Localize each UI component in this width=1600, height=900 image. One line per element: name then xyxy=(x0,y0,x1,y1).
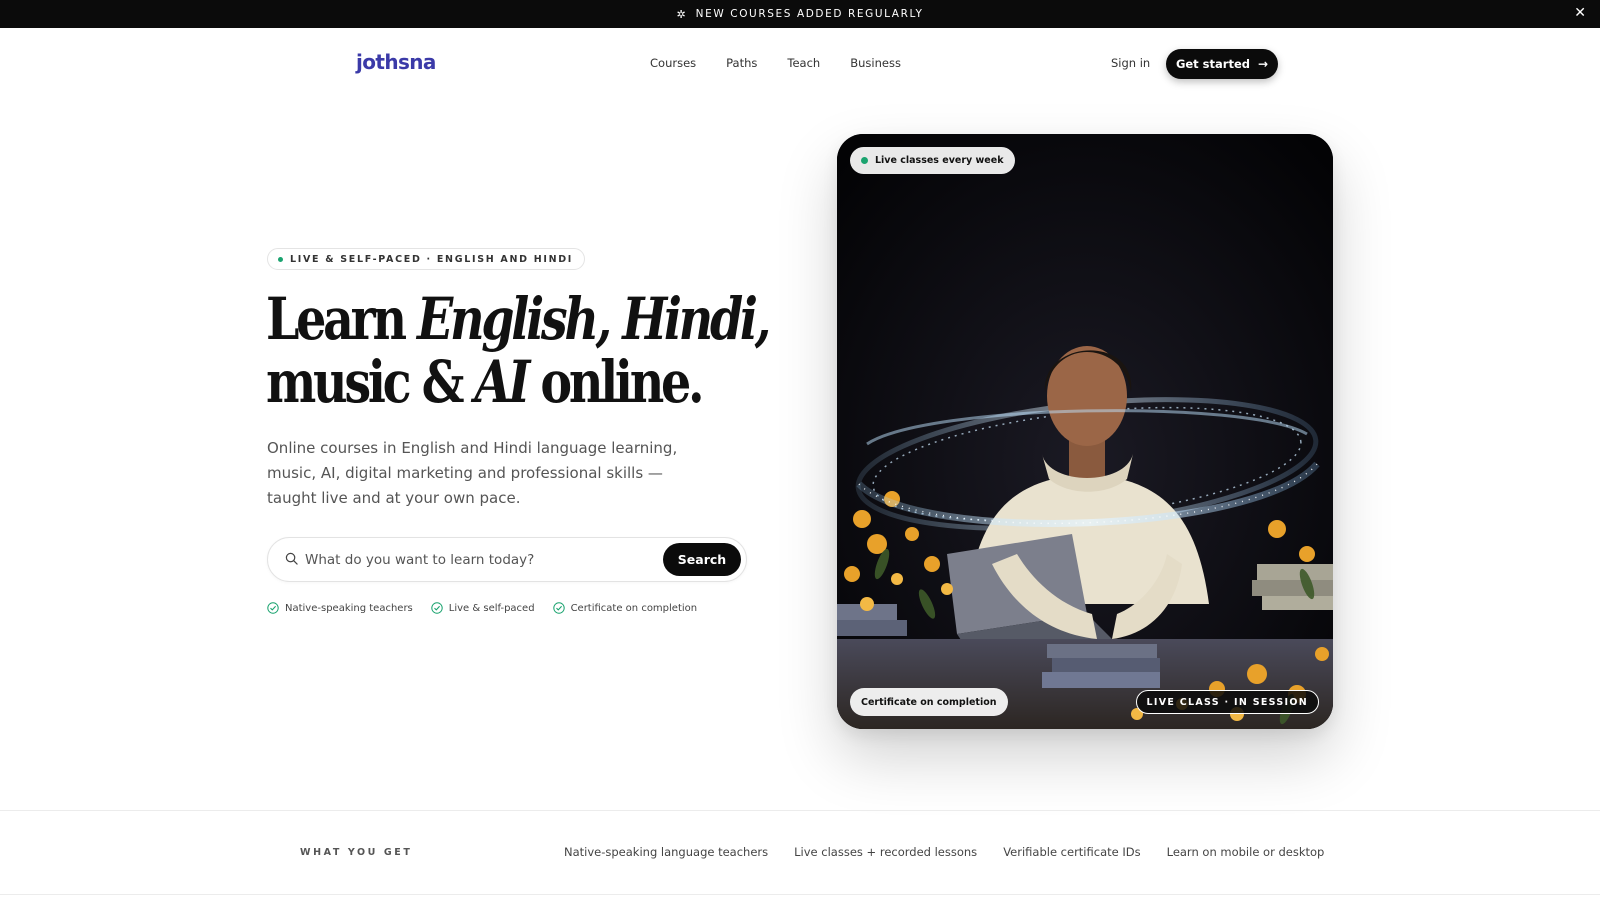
search-input[interactable] xyxy=(305,550,645,570)
what-you-get-label: WHAT YOU GET xyxy=(300,847,413,858)
nav-link-teach[interactable]: Teach xyxy=(787,56,820,70)
hero-checks: Native-speaking teachers Live & self-pac… xyxy=(267,602,715,614)
sign-in-link[interactable]: Sign in xyxy=(1111,56,1150,70)
nav-links: Courses Paths Teach Business xyxy=(650,56,931,70)
announcement-text: NEW COURSES ADDED REGULARLY xyxy=(695,8,924,20)
get-started-button[interactable]: Get started → xyxy=(1166,49,1278,79)
headline-part-1: Learn xyxy=(266,285,418,353)
arrow-right-icon: → xyxy=(1257,57,1269,71)
hero-headline: Learn English, Hindi, music & AI online. xyxy=(266,285,771,416)
features-list: Native-speaking language teachers Live c… xyxy=(564,845,1350,859)
headline-part-2: English, Hindi, xyxy=(417,285,771,353)
headline-part-3: music & xyxy=(266,348,475,416)
feature-item: Native-speaking language teachers xyxy=(564,845,769,859)
live-classes-pill: Live classes every week xyxy=(850,147,1015,174)
nav-link-courses[interactable]: Courses xyxy=(650,56,696,70)
certificate-pill: Certificate on completion xyxy=(850,688,1008,716)
check-label: Certificate on completion xyxy=(570,602,698,614)
divider xyxy=(0,810,1600,811)
divider xyxy=(0,894,1600,895)
status-dot xyxy=(861,157,868,164)
feature-item: Live classes + recorded lessons xyxy=(794,845,978,859)
logo[interactable]: jothsna xyxy=(356,50,436,74)
pill-bottom-right-label: LIVE CLASS · IN SESSION xyxy=(1146,696,1308,708)
headline-part-4: AI xyxy=(474,348,531,416)
check-circle-icon xyxy=(431,602,443,614)
check-label: Live & self-paced xyxy=(448,602,535,614)
status-dot xyxy=(278,256,283,262)
headline-part-5: online. xyxy=(527,348,704,416)
announcement-bar: ✲ NEW COURSES ADDED REGULARLY ✕ xyxy=(0,0,1600,28)
top-nav: jothsna Courses Paths Teach Business Sig… xyxy=(0,28,1600,100)
pill-bottom-left-label: Certificate on completion xyxy=(861,696,997,708)
check-circle-icon xyxy=(267,602,279,614)
search-button[interactable]: Search xyxy=(663,543,741,576)
check-label: Native-speaking teachers xyxy=(285,602,413,614)
check-item: Live & self-paced xyxy=(431,602,535,614)
search-bar: Search xyxy=(267,537,747,582)
hero-illustration xyxy=(837,134,1333,729)
search-icon xyxy=(285,552,298,565)
live-session-badge: LIVE CLASS · IN SESSION xyxy=(1135,690,1319,714)
pill-top-label: Live classes every week xyxy=(875,155,1004,166)
nav-link-business[interactable]: Business xyxy=(850,56,901,70)
close-icon[interactable]: ✕ xyxy=(1574,5,1586,21)
sparkle-icon: ✲ xyxy=(676,7,686,21)
hero-image-card: Live classes every week Certificate on c… xyxy=(837,134,1333,729)
feature-item: Verifiable certificate IDs xyxy=(1003,845,1141,859)
check-circle-icon xyxy=(552,602,565,614)
hero-eyebrow: LIVE & SELF-PACED · ENGLISH AND HINDI xyxy=(267,248,586,270)
check-item: Native-speaking teachers xyxy=(267,602,413,614)
nav-link-paths[interactable]: Paths xyxy=(726,56,757,70)
feature-item: Learn on mobile or desktop xyxy=(1166,845,1325,859)
hero-subcopy: Online courses in English and Hindi lang… xyxy=(267,439,678,507)
get-started-label: Get started xyxy=(1175,57,1250,71)
check-item: Certificate on completion xyxy=(552,602,698,614)
eyebrow-text: LIVE & SELF-PACED · ENGLISH AND HINDI xyxy=(290,253,574,265)
